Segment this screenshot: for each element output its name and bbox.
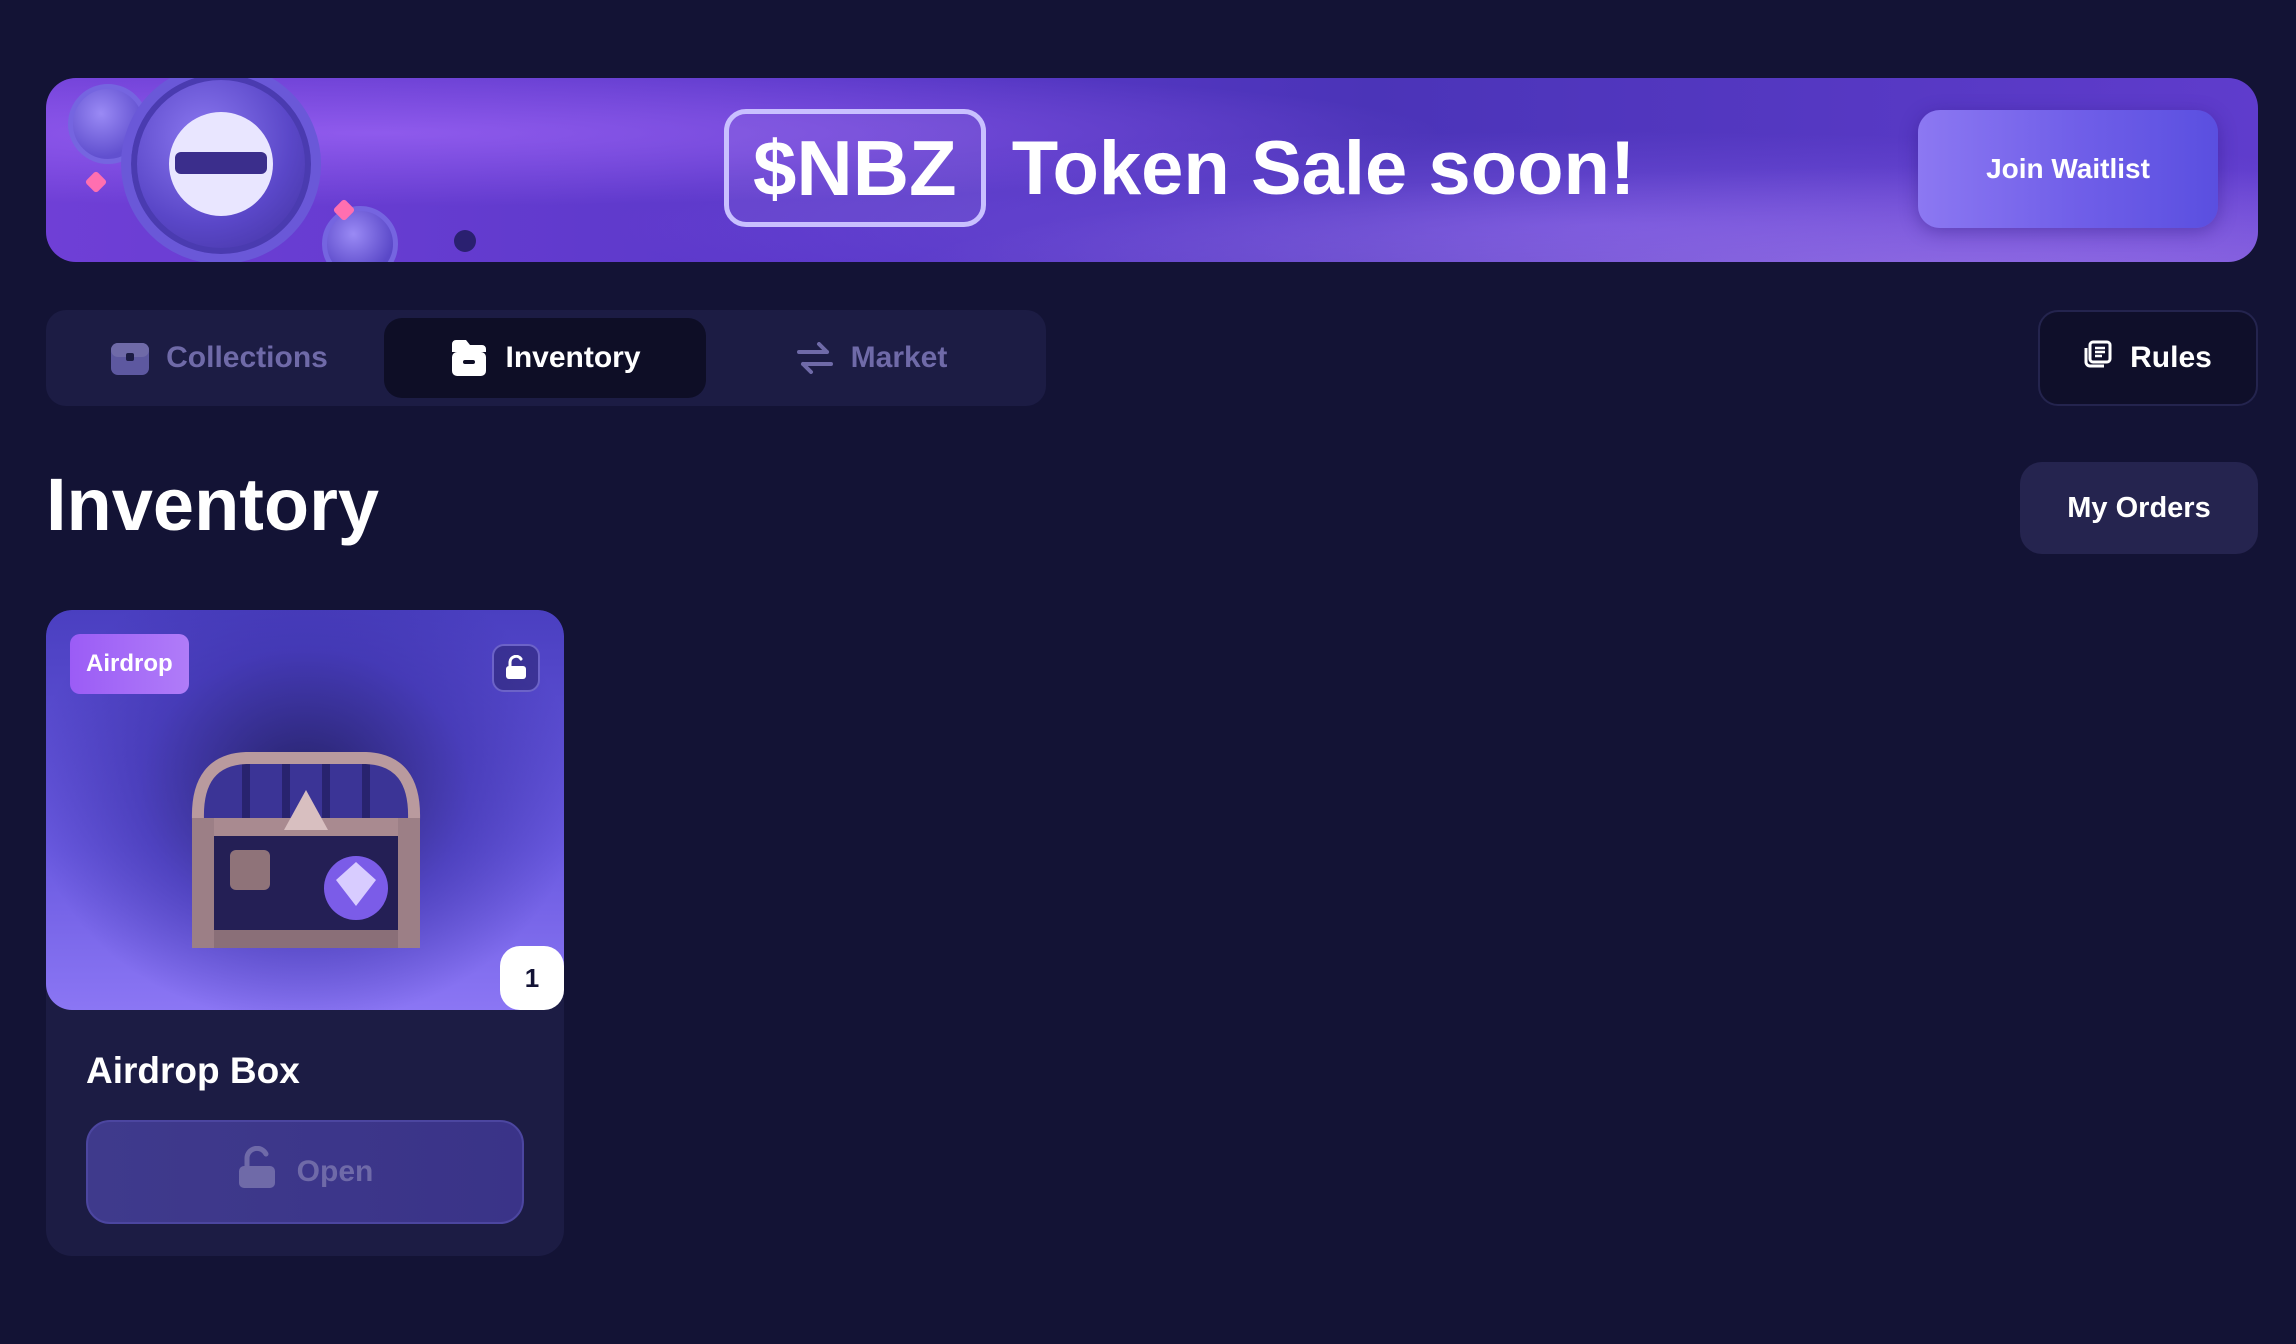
treasure-chest-image — [176, 740, 436, 975]
unlock-icon — [237, 1145, 277, 1198]
folder-icon — [449, 340, 489, 376]
orb-decoration — [454, 230, 476, 252]
banner-title: $NBZ Token Sale soon! — [724, 108, 1635, 228]
my-orders-button[interactable]: My Orders — [2020, 462, 2258, 554]
item-type-badge: Airdrop — [70, 634, 189, 694]
swap-arrows-icon — [795, 340, 835, 376]
item-name: Airdrop Box — [86, 1050, 300, 1091]
tab-inventory[interactable]: Inventory — [384, 318, 706, 398]
page-title: Inventory — [46, 463, 380, 546]
tab-label: Collections — [166, 341, 328, 374]
coin-decoration — [322, 206, 398, 262]
token-sale-banner[interactable]: $NBZ Token Sale soon! Join Waitlist — [46, 78, 2258, 262]
token-ticker: $NBZ — [724, 109, 986, 227]
page: $NBZ Token Sale soon! Join Waitlist Coll… — [0, 0, 2296, 1344]
unlock-icon[interactable] — [492, 644, 540, 692]
open-box-button[interactable]: Open — [86, 1120, 524, 1224]
document-icon — [2084, 340, 2112, 376]
join-waitlist-button[interactable]: Join Waitlist — [1918, 110, 2218, 228]
tab-collections[interactable]: Collections — [54, 318, 384, 398]
tab-market[interactable]: Market — [706, 318, 1036, 398]
inventory-item-card[interactable]: Airdrop 1 Airdrop Box Open — [46, 610, 564, 1256]
mascot-coin-image — [121, 78, 321, 262]
item-image-area: Airdrop 1 — [46, 610, 564, 1010]
rules-button[interactable]: Rules — [2038, 310, 2258, 406]
open-label: Open — [296, 1155, 374, 1188]
main-tabs: Collections Inventory Market — [46, 310, 1046, 406]
rules-label: Rules — [2130, 341, 2212, 374]
tab-label: Inventory — [505, 341, 641, 374]
gem-decoration — [84, 170, 108, 194]
item-quantity-badge: 1 — [500, 946, 564, 1010]
banner-headline: Token Sale soon! — [1011, 125, 1636, 211]
chest-icon — [110, 340, 150, 376]
tab-label: Market — [850, 341, 948, 374]
